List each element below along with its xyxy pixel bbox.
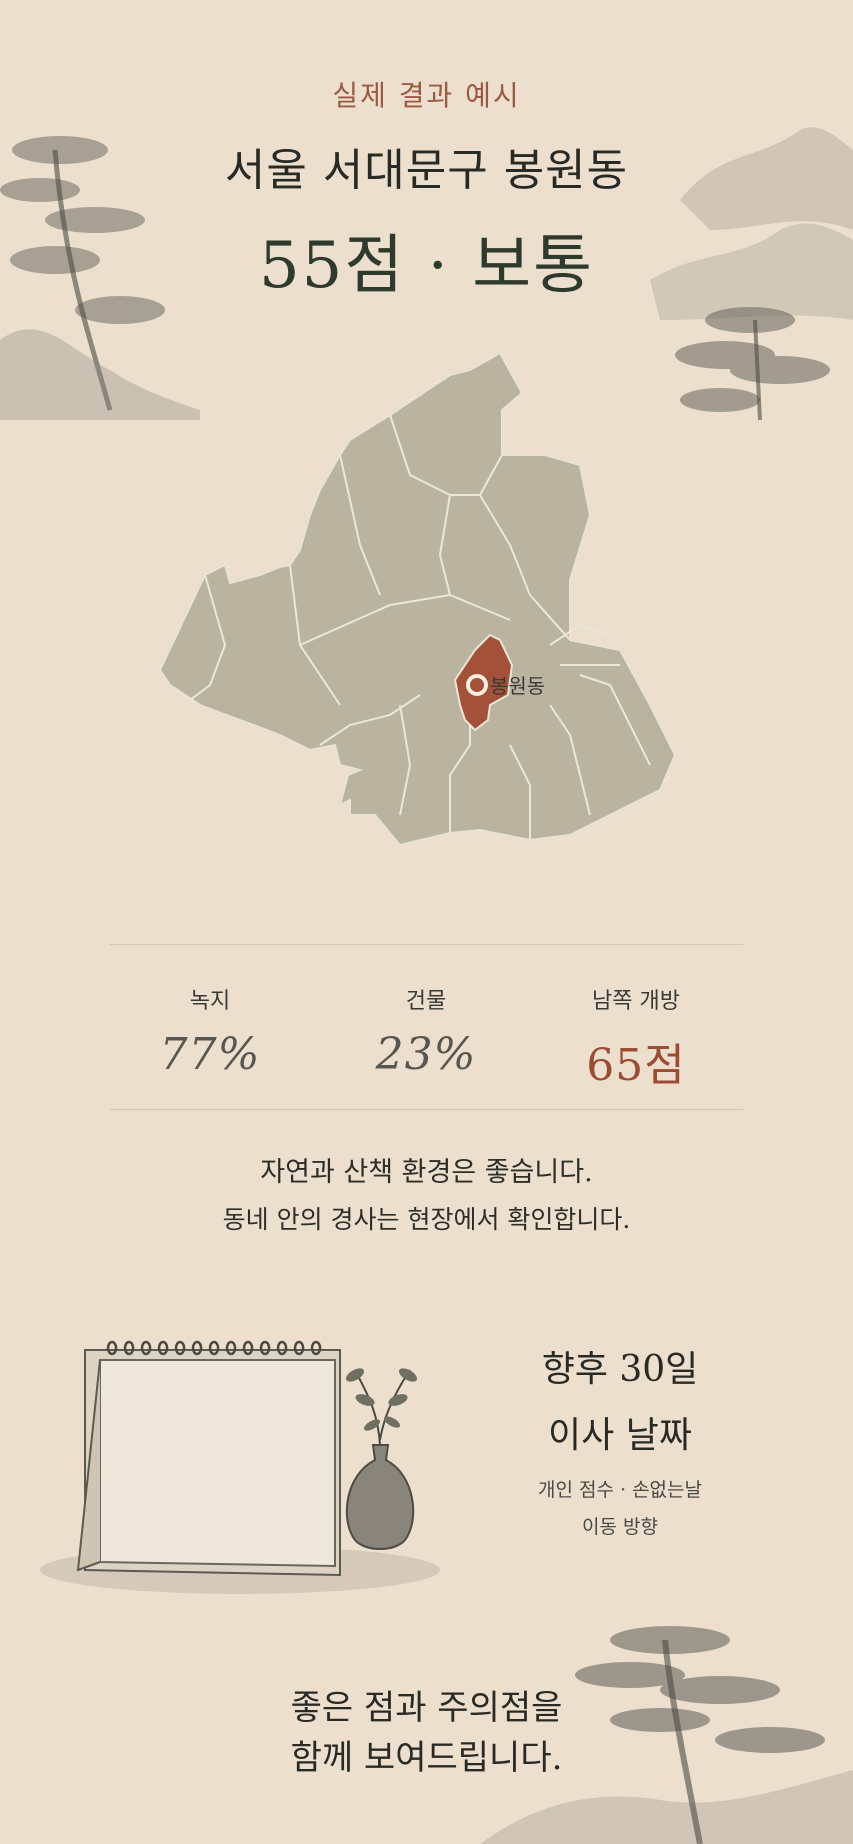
score-rating: 55점 · 보통 [258, 229, 595, 303]
desk-calendar-illustration [40, 1340, 440, 1594]
divider-top [110, 944, 743, 945]
moving-date-title-line2: 이사 날짜 [548, 1415, 692, 1456]
moving-date-title: 향후 30일 이사 날짜 [470, 1340, 770, 1458]
stat-label: 건물 [405, 989, 447, 1014]
location-title: 서울 서대문구 봉원동 [224, 145, 629, 196]
stat-south-openness: 남쪽 개방 65점 [546, 983, 726, 1093]
footer-line2: 함께 보여드립니다. [290, 1738, 563, 1778]
district-outline [158, 351, 677, 847]
district-map: 봉원동 [158, 351, 677, 847]
example-label: 실제 결과 예시 [332, 79, 521, 112]
summary-line: 동네 안의 경사는 현장에서 확인합니다. [222, 1205, 631, 1234]
summary-line: 자연과 산책 환경은 좋습니다. [260, 1157, 593, 1188]
moving-date-subtitle-line2: 이동 방향 [582, 1516, 658, 1538]
footer-line1: 좋은 점과 주의점을 [290, 1688, 563, 1728]
stat-label: 남쪽 개방 [592, 989, 680, 1014]
moving-date-subtitle-line1: 개인 점수 · 손없는날 [538, 1479, 702, 1501]
stat-value: 23% [375, 1029, 477, 1080]
moving-date-title-line1: 향후 30일 [541, 1349, 699, 1390]
stat-label: 녹지 [189, 989, 231, 1014]
vase-icon [345, 1368, 418, 1550]
stat-value: 77% [159, 1029, 261, 1080]
stat-value: 65점 [586, 1040, 686, 1091]
divider-bottom [110, 1109, 743, 1110]
stat-greenery: 녹지 77% [120, 983, 300, 1080]
map-region-label: 봉원동 [490, 674, 545, 698]
stat-buildings: 건물 23% [336, 983, 516, 1080]
